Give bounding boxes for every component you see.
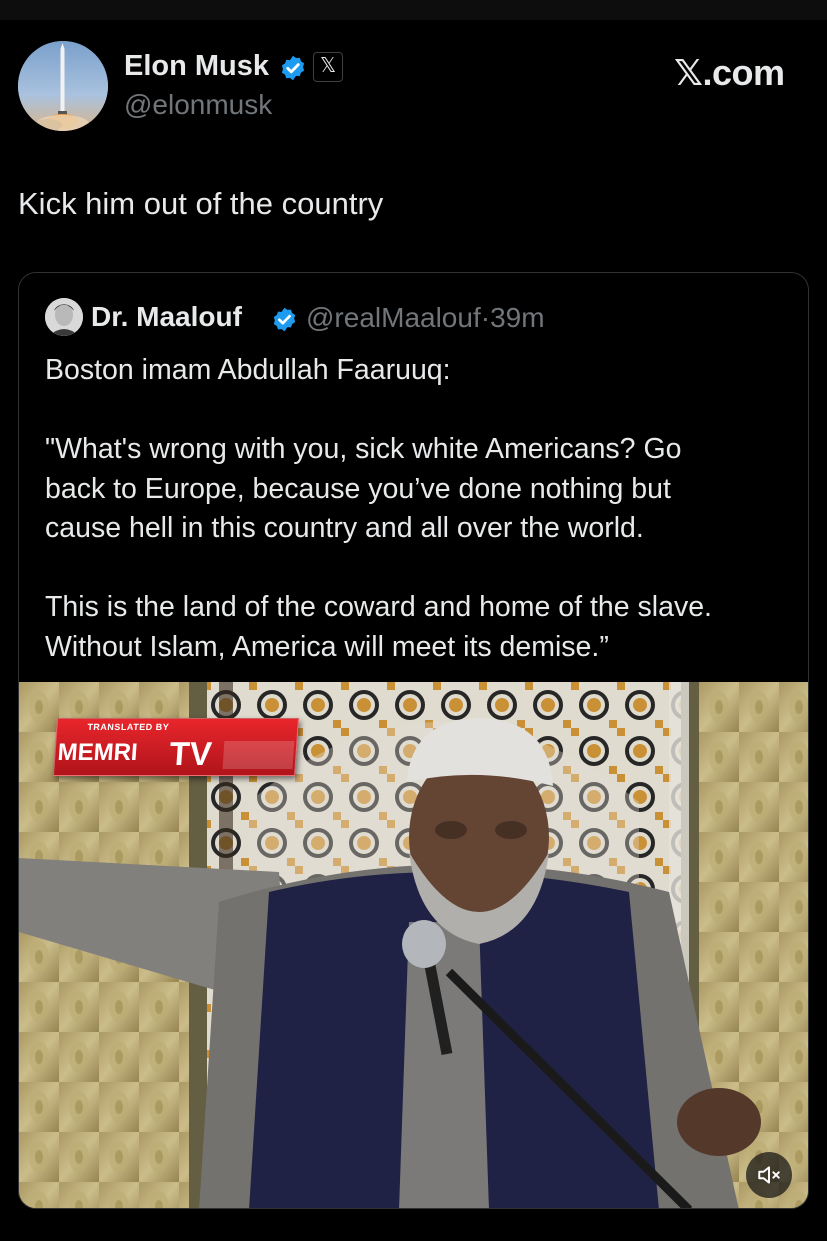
- quoted-paragraph: "What's wrong with you, sick white Ameri…: [45, 433, 682, 544]
- meta-separator: ·: [480, 302, 491, 333]
- quoted-meta: @realMaalouf·39m: [306, 302, 545, 334]
- mute-button[interactable]: [746, 1152, 792, 1198]
- tweet-text: Kick him out of the country: [18, 186, 384, 221]
- video-player[interactable]: TRANSLATED BY MEMRI TV: [19, 682, 808, 1208]
- verified-badge-icon: [281, 55, 305, 81]
- quoted-author-handle[interactable]: @realMaalouf: [306, 302, 481, 333]
- quoted-timestamp[interactable]: 39m: [490, 302, 544, 333]
- quoted-tweet[interactable]: Dr. Maalouf @realMaalouf·39m Boston imam…: [18, 272, 809, 1209]
- rocket-launch-image: [18, 41, 108, 131]
- quoted-author-avatar[interactable]: [45, 298, 83, 336]
- watermark-tv: TV: [168, 735, 214, 772]
- author-avatar[interactable]: [18, 41, 108, 131]
- quoted-paragraph: This is the land of the coward and home …: [45, 591, 712, 663]
- watermark-subtext: TRANSLATED BY: [87, 722, 170, 732]
- quoted-author-name[interactable]: Dr. Maalouf: [91, 301, 242, 333]
- quoted-tweet-body: Boston imam Abdullah Faaruuq: "What's wr…: [45, 351, 795, 667]
- top-bar: [0, 0, 827, 20]
- memri-tv-watermark: TRANSLATED BY MEMRI TV: [52, 718, 300, 776]
- author-handle[interactable]: @elonmusk: [124, 89, 272, 121]
- quoted-paragraph: Boston imam Abdullah Faaruuq:: [45, 354, 451, 386]
- watermark-tail: [222, 741, 295, 769]
- x-affiliate-icon: 𝕏: [313, 52, 343, 82]
- muted-speaker-icon: [758, 1166, 780, 1184]
- author-name[interactable]: Elon Musk: [124, 50, 269, 83]
- portrait-image: [45, 298, 83, 336]
- brand-logo: 𝕏.com: [674, 52, 785, 93]
- watermark-memri: MEMRI: [56, 739, 139, 766]
- verified-badge-icon: [273, 307, 296, 332]
